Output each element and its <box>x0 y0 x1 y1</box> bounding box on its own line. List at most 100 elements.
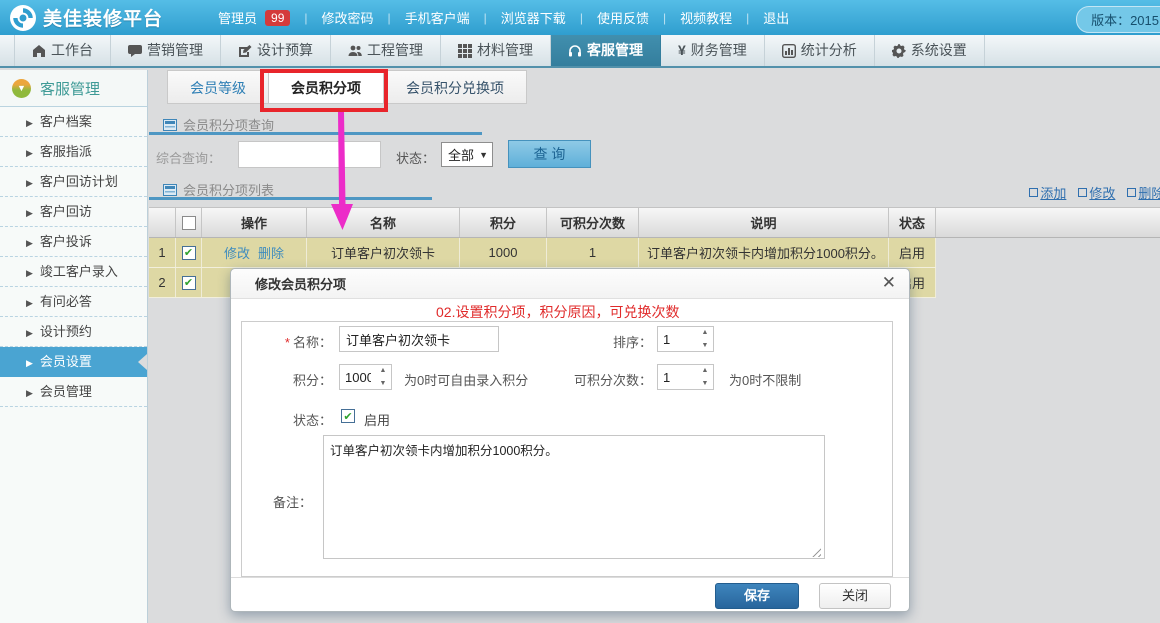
header-filler <box>936 208 1160 237</box>
save-button[interactable]: 保存 <box>715 583 799 609</box>
arrow-up-icon[interactable]: ▲ <box>702 329 709 336</box>
arrow-down-icon[interactable]: ▼ <box>702 380 709 387</box>
nav-tab-workbench[interactable]: 工作台 <box>14 35 111 66</box>
enabled-checkbox[interactable]: ✔ <box>341 409 355 423</box>
tab-member-level[interactable]: 会员等级 <box>167 70 269 104</box>
stepper-arrows[interactable]: ▲▼ <box>698 365 712 389</box>
sidebar-item-design-booking[interactable]: ▶设计预约 <box>0 317 147 347</box>
nav-tab-customer-service[interactable]: 客服管理 <box>551 35 661 66</box>
divider: | <box>663 11 666 25</box>
sidebar-item-return-visit-plan[interactable]: ▶客户回访计划 <box>0 167 147 197</box>
sidebar-item-complaints[interactable]: ▶客户投诉 <box>0 227 147 257</box>
required-star: * <box>285 335 290 350</box>
select-all-checkbox[interactable] <box>182 216 196 230</box>
dialog-header[interactable]: 修改会员积分项 <box>231 269 909 299</box>
feedback-link[interactable]: 使用反馈 <box>597 8 649 27</box>
name-field[interactable] <box>339 326 499 352</box>
divider: | <box>580 11 583 25</box>
sidebar: ▼ 客服管理 ▶客户档案 ▶客服指派 ▶客户回访计划 ▶客户回访 ▶客户投诉 ▶… <box>0 70 148 623</box>
row-checkbox[interactable]: ✔ <box>182 276 196 290</box>
dropdown-arrow-icon: ▼ <box>479 150 488 160</box>
caret-right-icon: ▶ <box>26 238 33 248</box>
search-button[interactable]: 查 询 <box>508 140 591 168</box>
arrow-up-icon[interactable]: ▲ <box>702 367 709 374</box>
sidebar-item-member-settings[interactable]: ▶会员设置 <box>0 347 147 377</box>
row-modify-link[interactable]: 修改 <box>224 243 250 262</box>
stepper-arrows[interactable]: ▲▼ <box>698 327 712 351</box>
status-label: 状态： <box>396 148 435 167</box>
check-icon: ✔ <box>184 276 193 289</box>
headset-icon <box>568 44 582 58</box>
change-password-link[interactable]: 修改密码 <box>322 8 374 27</box>
nav-tab-materials[interactable]: 材料管理 <box>441 35 551 66</box>
sidebar-item-completed-entry[interactable]: ▶竣工客户录入 <box>0 257 147 287</box>
nav-tab-marketing[interactable]: 营销管理 <box>111 35 221 66</box>
times-label: 可积分次数： <box>562 370 652 389</box>
logout-link[interactable]: 退出 <box>763 8 789 27</box>
stepper-arrows[interactable]: ▲▼ <box>376 365 390 389</box>
status-select[interactable]: 全部 ▼ <box>441 142 493 167</box>
sort-field[interactable] <box>658 327 698 351</box>
sidebar-item-member-management[interactable]: ▶会员管理 <box>0 377 147 407</box>
cell-name: 订单客户初次领卡 <box>307 238 460 267</box>
sidebar-item-return-visit[interactable]: ▶客户回访 <box>0 197 147 227</box>
topbar: 美佳装修平台 管理员 99 | 修改密码 | 手机客户端 | 浏览器下载 | 使… <box>0 0 1160 35</box>
nav-tab-system-settings[interactable]: 系统设置 <box>875 35 985 66</box>
admin-link[interactable]: 管理员 <box>218 8 257 27</box>
points-field[interactable] <box>340 365 376 389</box>
table-row[interactable]: 1 ✔ 修改删除 订单客户初次领卡 1000 1 订单客户初次领卡内增加积分10… <box>149 238 936 268</box>
nav-tab-engineering[interactable]: 工程管理 <box>331 35 441 66</box>
sidebar-title: 客服管理 <box>40 78 100 99</box>
close-button[interactable]: 关闭 <box>819 583 891 609</box>
chat-icon <box>128 44 142 58</box>
browser-download-link[interactable]: 浏览器下载 <box>501 8 566 27</box>
nav-tab-finance[interactable]: ¥ 财务管理 <box>661 35 765 66</box>
version-badge: 版本：2015 <box>1076 6 1160 33</box>
tab-points-exchange-item[interactable]: 会员积分兑换项 <box>384 70 527 104</box>
divider: | <box>484 11 487 25</box>
add-link[interactable]: 添加 <box>1029 183 1066 202</box>
logo-swirl-icon <box>10 5 36 31</box>
modify-link[interactable]: 修改 <box>1078 183 1115 202</box>
home-icon <box>32 44 46 58</box>
caret-right-icon: ▶ <box>26 208 33 218</box>
section-underline <box>149 197 432 200</box>
times-field[interactable] <box>658 365 698 389</box>
app-window: 美佳装修平台 管理员 99 | 修改密码 | 手机客户端 | 浏览器下载 | 使… <box>0 0 1160 623</box>
sidebar-item-service-assign[interactable]: ▶客服指派 <box>0 137 147 167</box>
video-tutorial-link[interactable]: 视频教程 <box>680 8 732 27</box>
points-label: 积分： <box>242 370 332 389</box>
cell-description: 订单客户初次领卡内增加积分1000积分。 <box>639 238 889 267</box>
panel-icon <box>163 184 177 196</box>
row-number: 2 <box>149 268 176 297</box>
topbar-menu: 管理员 99 | 修改密码 | 手机客户端 | 浏览器下载 | 使用反馈 | 视… <box>218 8 789 27</box>
arrow-down-icon[interactable]: ▼ <box>380 380 387 387</box>
yen-icon: ¥ <box>678 35 686 66</box>
dialog-form: *名称： 排序： ▲▼ 积分： ▲▼ 为0时可自由录入积分 可积分次数： ▲▼ … <box>241 321 893 577</box>
main-nav: 工作台 营销管理 设计预算 工程管理 材料管理 客服管理 ¥ 财务管理 统计分析 <box>0 35 1160 68</box>
col-points: 积分 <box>460 208 547 237</box>
caret-right-icon: ▶ <box>26 358 33 368</box>
select-all-header <box>176 208 202 237</box>
arrow-up-icon[interactable]: ▲ <box>380 367 387 374</box>
query-label: 综合查询： <box>156 148 221 167</box>
col-status: 状态 <box>889 208 936 237</box>
divider: | <box>304 11 307 25</box>
users-icon <box>348 44 362 58</box>
nav-tab-statistics[interactable]: 统计分析 <box>765 35 875 66</box>
sidebar-item-qa[interactable]: ▶有问必答 <box>0 287 147 317</box>
row-checkbox[interactable]: ✔ <box>182 246 196 260</box>
enabled-checkbox-label: 启用 <box>364 410 390 429</box>
delete-link[interactable]: 删除/ <box>1127 183 1160 202</box>
col-description: 说明 <box>639 208 889 237</box>
annotation-arrow-icon <box>325 112 365 232</box>
close-icon[interactable]: ✕ <box>882 274 896 292</box>
nav-tab-design-budget[interactable]: 设计预算 <box>221 35 331 66</box>
remark-textarea[interactable]: 订单客户初次领卡内增加积分1000积分。 <box>323 435 825 559</box>
chevron-down-circle-icon[interactable]: ▼ <box>12 79 31 98</box>
arrow-down-icon[interactable]: ▼ <box>702 342 709 349</box>
sidebar-item-customer-files[interactable]: ▶客户档案 <box>0 107 147 137</box>
row-delete-link[interactable]: 删除 <box>258 243 284 262</box>
mobile-client-link[interactable]: 手机客户端 <box>405 8 470 27</box>
notification-badge[interactable]: 99 <box>265 10 290 26</box>
